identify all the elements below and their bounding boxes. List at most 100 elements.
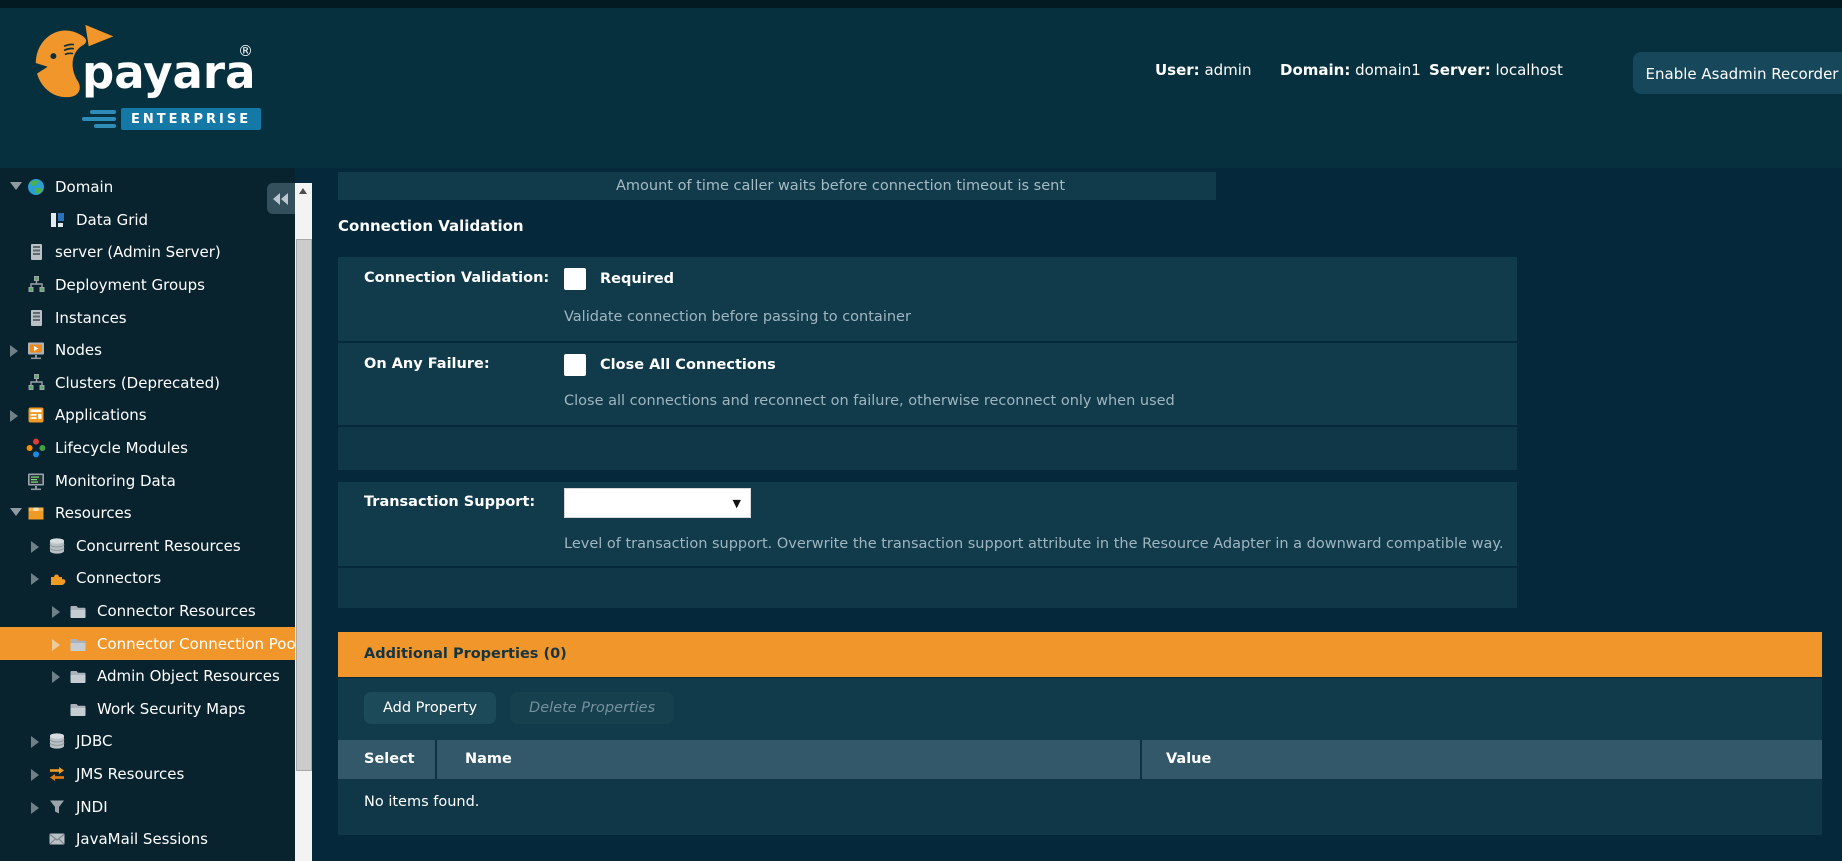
tree-item-monitoring-data[interactable]: Monitoring Data bbox=[0, 464, 295, 497]
tree-item-nodes[interactable]: Nodes bbox=[0, 334, 295, 367]
spacer-row bbox=[338, 427, 1517, 470]
tree-expanded-icon[interactable] bbox=[8, 505, 24, 521]
tree-expander-spacer bbox=[8, 244, 24, 260]
tree-item-label: Work Security Maps bbox=[97, 700, 246, 718]
orgchart-icon bbox=[26, 373, 46, 393]
on-any-failure-row: On Any Failure: Close All Connections Cl… bbox=[338, 343, 1517, 425]
tree-item-admin-object-resources[interactable]: Admin Object Resources bbox=[0, 660, 295, 693]
tree-item-work-security-maps[interactable]: Work Security Maps bbox=[0, 693, 295, 726]
tree-expander-spacer bbox=[8, 310, 24, 326]
transaction-support-select[interactable]: ▼ bbox=[564, 488, 751, 518]
server-value: localhost bbox=[1496, 61, 1563, 79]
header-server: Server: localhost bbox=[1429, 61, 1563, 79]
domain-label: Domain: bbox=[1280, 61, 1350, 79]
tree-item-label: Instances bbox=[55, 309, 127, 327]
tree-item-javamail-sessions[interactable]: JavaMail Sessions bbox=[0, 823, 295, 856]
column-header-name: Name bbox=[437, 740, 1140, 779]
folder-icon bbox=[68, 601, 88, 621]
tree-item-label: Deployment Groups bbox=[55, 276, 205, 294]
puzzle-icon bbox=[47, 568, 67, 588]
connection-validation-row: Connection Validation: Required Validate… bbox=[338, 257, 1517, 341]
tree-item-applications[interactable]: Applications bbox=[0, 399, 295, 432]
globe-icon bbox=[26, 177, 46, 197]
tree-item-label: Connectors bbox=[76, 569, 161, 587]
tree-collapsed-icon[interactable] bbox=[8, 407, 24, 423]
collapse-tree-button[interactable] bbox=[267, 183, 295, 214]
lifecycle-icon bbox=[26, 438, 46, 458]
tree-item-instances[interactable]: Instances bbox=[0, 301, 295, 334]
required-checkbox-label: Required bbox=[600, 271, 674, 287]
scrollbar-up-arrow-icon[interactable] bbox=[295, 183, 312, 199]
tree-item-label: JDBC bbox=[76, 732, 112, 750]
datagrid-icon bbox=[47, 210, 67, 230]
tree-item-deployment-groups[interactable]: Deployment Groups bbox=[0, 269, 295, 302]
enable-asadmin-recorder-button[interactable]: Enable Asadmin Recorder bbox=[1633, 52, 1842, 94]
tree-collapsed-icon[interactable] bbox=[29, 538, 45, 554]
on-any-failure-label: On Any Failure: bbox=[364, 356, 490, 372]
on-any-failure-help: Close all connections and reconnect on f… bbox=[564, 393, 1175, 409]
header-domain: Domain: domain1 bbox=[1280, 61, 1421, 79]
tree-expander-spacer bbox=[29, 212, 45, 228]
additional-properties-header: Additional Properties (0) bbox=[338, 632, 1822, 677]
top-strip bbox=[0, 0, 1842, 8]
properties-table: Select Name Value No items found. bbox=[338, 740, 1822, 835]
tree-collapsed-icon[interactable] bbox=[50, 668, 66, 684]
tree-item-label: Concurrent Resources bbox=[76, 537, 241, 555]
connection-validation-form: Connection Validation: Required Validate… bbox=[338, 257, 1517, 608]
required-checkbox[interactable] bbox=[564, 268, 586, 290]
tree-item-partial-item[interactable] bbox=[0, 855, 295, 861]
tree-item-jdbc[interactable]: JDBC bbox=[0, 725, 295, 758]
svg-text:®: ® bbox=[238, 42, 253, 60]
tree-item-connector-resources[interactable]: Connector Resources bbox=[0, 595, 295, 628]
tree-item-concurrent-resources[interactable]: Concurrent Resources bbox=[0, 530, 295, 563]
tree-item-label: Applications bbox=[55, 406, 147, 424]
transaction-support-row: Transaction Support: ▼ Level of transact… bbox=[338, 482, 1517, 566]
tree-item-jndi[interactable]: JNDI bbox=[0, 790, 295, 823]
server-icon bbox=[26, 242, 46, 262]
tree-item-connectors[interactable]: Connectors bbox=[0, 562, 295, 595]
tree-expanded-icon[interactable] bbox=[8, 179, 24, 195]
tree-item-server-admin-server[interactable]: server (Admin Server) bbox=[0, 236, 295, 269]
tree-expander-spacer bbox=[8, 473, 24, 489]
funnel-icon bbox=[47, 797, 67, 817]
tree-collapsed-icon[interactable] bbox=[29, 570, 45, 586]
tree-item-label: Domain bbox=[55, 178, 113, 196]
tree-item-connector-connection-pool[interactable]: Connector Connection Pool bbox=[0, 627, 295, 660]
monitor-play-icon bbox=[26, 340, 46, 360]
vertical-scrollbar[interactable] bbox=[295, 183, 312, 861]
tree-item-jms-resources[interactable]: JMS Resources bbox=[0, 758, 295, 791]
envelope-icon bbox=[47, 829, 67, 849]
tree-item-clusters-deprecated[interactable]: Clusters (Deprecated) bbox=[0, 367, 295, 400]
tree-item-label: Monitoring Data bbox=[55, 472, 176, 490]
tree-item-label: Connector Connection Pool bbox=[97, 635, 295, 653]
tree-collapsed-icon[interactable] bbox=[50, 603, 66, 619]
tree-item-resources[interactable]: Resources bbox=[0, 497, 295, 530]
folder-icon bbox=[68, 634, 88, 654]
tree-expander-spacer bbox=[29, 831, 45, 847]
edition-badge: ENTERPRISE bbox=[121, 108, 261, 130]
transaction-support-help: Level of transaction support. Overwrite … bbox=[564, 536, 1503, 552]
tree-collapsed-icon[interactable] bbox=[29, 733, 45, 749]
tree-item-domain[interactable]: Domain bbox=[0, 171, 295, 204]
close-all-connections-checkbox[interactable] bbox=[564, 354, 586, 376]
tree-expander-spacer bbox=[8, 440, 24, 456]
close-all-connections-label: Close All Connections bbox=[600, 357, 776, 373]
database-icon bbox=[47, 731, 67, 751]
tree-item-data-grid[interactable]: Data Grid bbox=[0, 204, 295, 237]
tree-item-label: Connector Resources bbox=[97, 602, 256, 620]
add-property-button[interactable]: Add Property bbox=[364, 692, 496, 724]
domain-value: domain1 bbox=[1355, 61, 1421, 79]
delete-properties-button[interactable]: Delete Properties bbox=[510, 692, 674, 724]
orgchart-icon bbox=[26, 275, 46, 295]
select-dropdown-arrow-icon: ▼ bbox=[733, 497, 741, 510]
badge-dashes-icon bbox=[82, 110, 116, 128]
tree-collapsed-icon[interactable] bbox=[29, 766, 45, 782]
previous-field-help: Amount of time caller waits before conne… bbox=[338, 172, 1216, 200]
tree-collapsed-icon[interactable] bbox=[29, 799, 45, 815]
scrollbar-thumb[interactable] bbox=[296, 239, 312, 771]
tree-collapsed-icon[interactable] bbox=[8, 342, 24, 358]
tree-item-label: Lifecycle Modules bbox=[55, 439, 188, 457]
tree-collapsed-icon[interactable] bbox=[50, 636, 66, 652]
tree-item-lifecycle-modules[interactable]: Lifecycle Modules bbox=[0, 432, 295, 465]
user-value: admin bbox=[1204, 61, 1251, 79]
